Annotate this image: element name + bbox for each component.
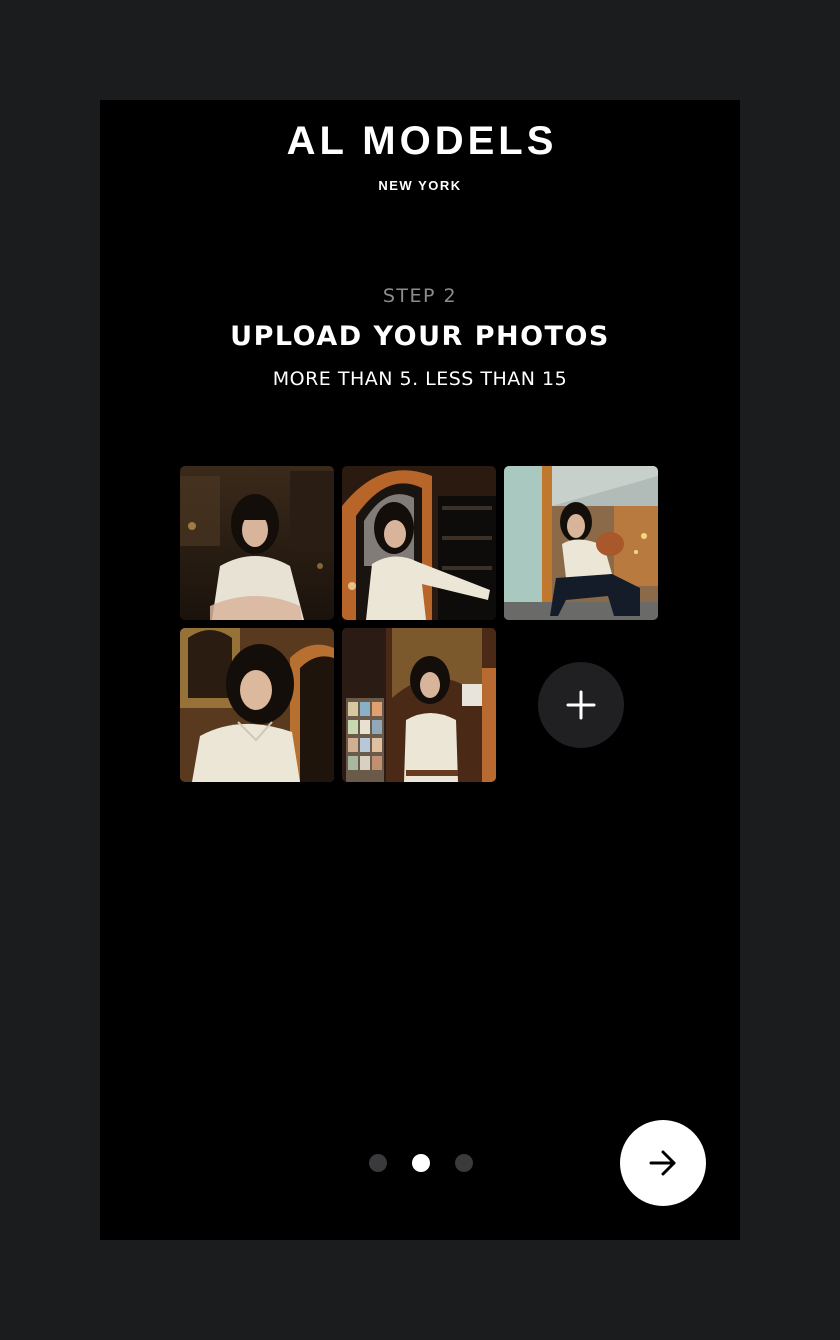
brand-header: AL MODELS NEW YORK <box>100 118 740 194</box>
photo-thumbnail[interactable] <box>504 466 658 620</box>
step-subtitle: MORE THAN 5. LESS THAN 15 <box>272 368 568 390</box>
photo-image <box>342 628 496 782</box>
step-label: STEP 2 <box>382 285 458 307</box>
photo-thumbnail[interactable] <box>180 466 334 620</box>
pagination-dot-1[interactable] <box>369 1154 387 1172</box>
brand-city: NEW YORK <box>378 178 462 193</box>
brand-logo: AL MODELS <box>286 119 558 163</box>
photo-image <box>180 466 334 620</box>
page-title: UPLOAD YOUR PHOTOS <box>230 321 610 352</box>
pagination-dot-2-active[interactable] <box>412 1154 430 1172</box>
pagination-dot-3[interactable] <box>455 1154 473 1172</box>
photo-thumbnail[interactable] <box>180 628 334 782</box>
add-photo-button[interactable] <box>538 662 624 748</box>
photo-grid <box>180 466 660 782</box>
photo-image <box>504 466 658 620</box>
pagination-dots <box>369 1154 473 1172</box>
plus-icon <box>566 690 596 720</box>
photo-thumbnail[interactable] <box>342 628 496 782</box>
next-button[interactable] <box>620 1120 706 1206</box>
photo-thumbnail[interactable] <box>342 466 496 620</box>
photo-image <box>342 466 496 620</box>
photo-image <box>180 628 334 782</box>
upload-screen: AL MODELS NEW YORK STEP 2 UPLOAD YOUR PH… <box>100 100 740 1240</box>
arrow-right-icon <box>649 1150 676 1176</box>
